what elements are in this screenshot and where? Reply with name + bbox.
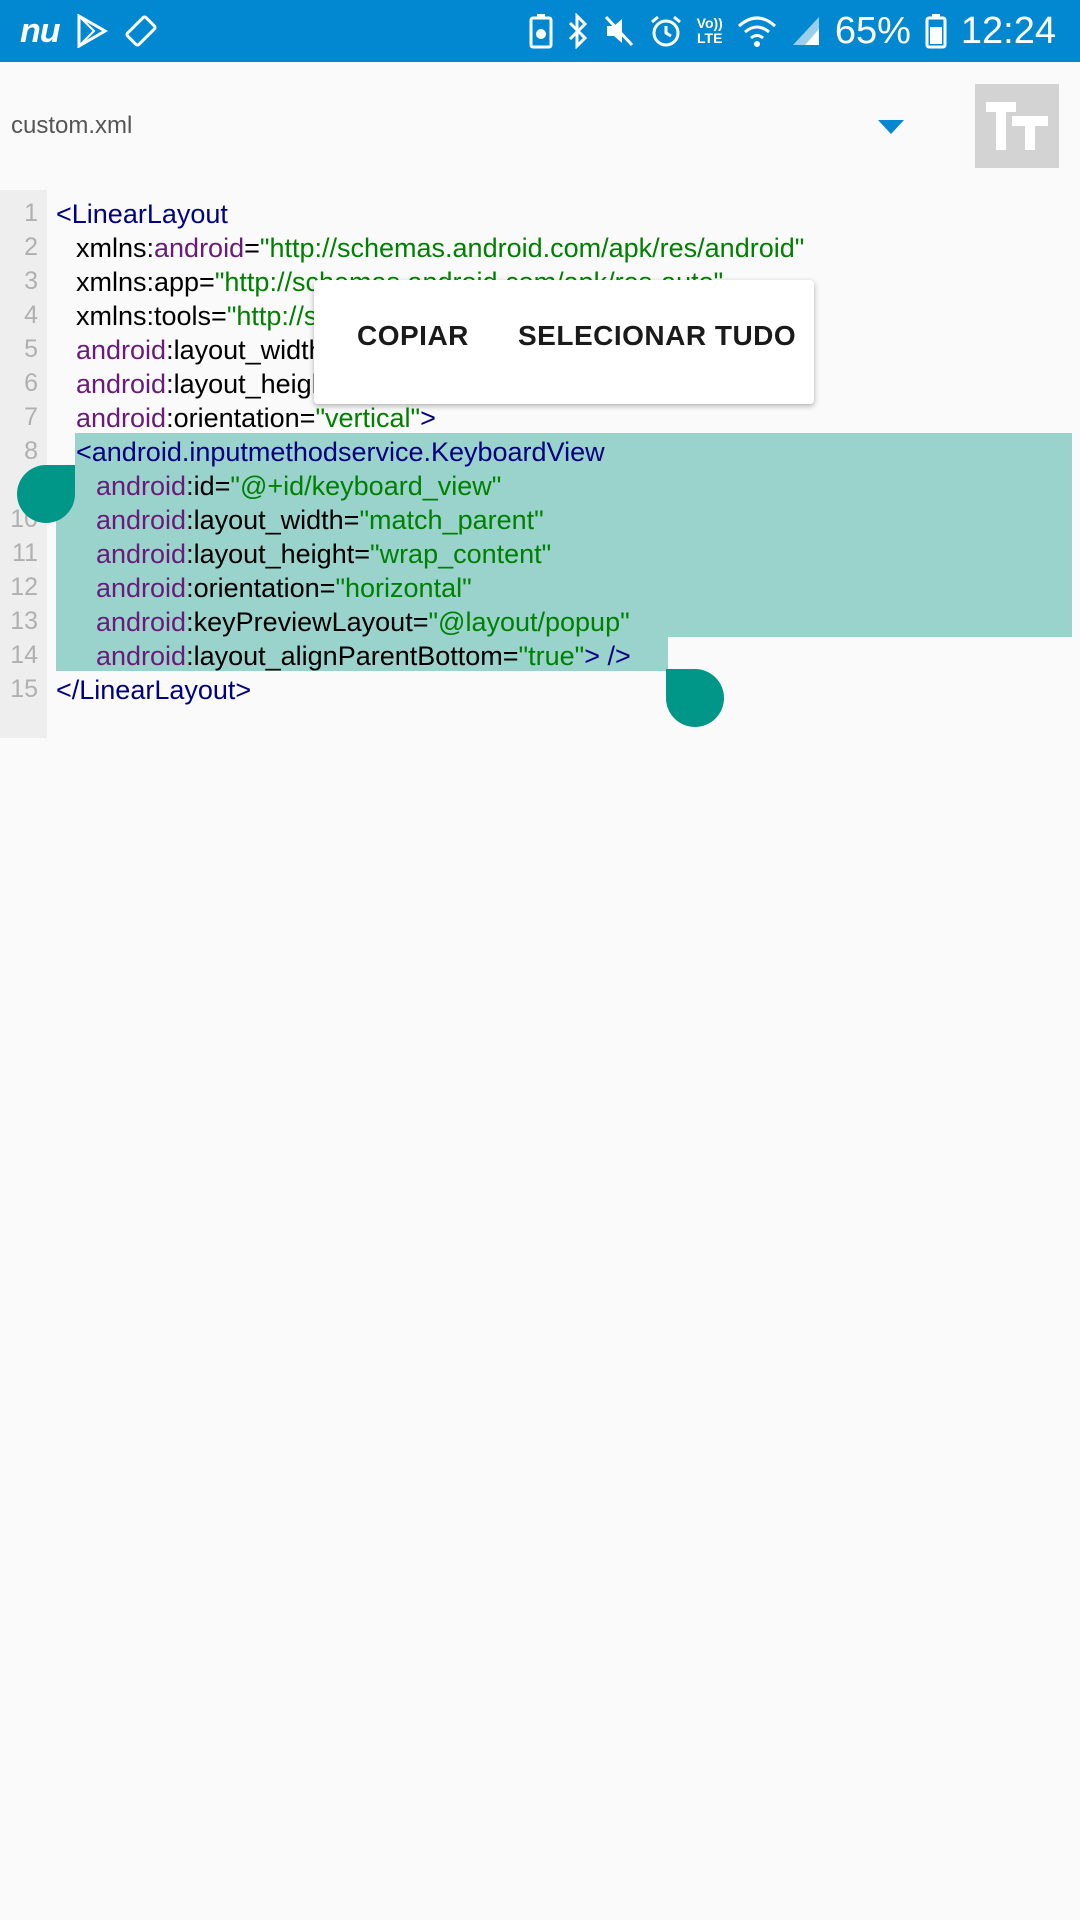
status-bar-left: nu	[20, 10, 158, 52]
line-number: 8	[24, 437, 38, 465]
code-token-ns: android	[96, 471, 187, 501]
code-line[interactable]: 10 android:layout_width="match_parent"	[0, 501, 1080, 535]
volte-bottom-label: LTE	[697, 30, 723, 46]
line-number: 5	[24, 335, 38, 363]
code-line[interactable]: 13 android:keyPreviewLayout="@layout/popu…	[0, 603, 1080, 637]
code-token-ns: android	[76, 335, 167, 365]
battery-icon	[925, 13, 947, 49]
code-token-plain: xmlns:	[76, 233, 155, 263]
code-token-str: "vertical"	[315, 403, 421, 433]
line-number: 2	[24, 233, 38, 261]
code-text: </LinearLayout>	[56, 675, 251, 706]
code-token-str: "@layout/popup"	[428, 607, 630, 637]
code-token-ns: android	[96, 573, 187, 603]
battery-percent: 65%	[834, 9, 911, 52]
code-line[interactable]: 14 android:layout_alignParentBottom="true…	[0, 637, 1080, 671]
selection-start-handle[interactable]	[17, 465, 75, 523]
line-number: 7	[24, 403, 38, 431]
code-token-tag: >	[420, 403, 436, 433]
code-text: <LinearLayout	[56, 199, 228, 230]
copy-button[interactable]: COPIAR	[357, 320, 469, 352]
volte-top-label: Vo))	[696, 15, 723, 31]
signal-icon	[791, 15, 821, 47]
code-text: android:orientation="horizontal"	[96, 573, 472, 604]
select-all-button[interactable]: SELECIONAR TUDO	[518, 320, 796, 352]
play-store-icon	[76, 14, 108, 48]
code-token-str: "match_parent"	[359, 505, 544, 535]
mute-icon	[603, 14, 635, 48]
line-number: 6	[24, 369, 38, 397]
code-token-plain: xmlns:app=	[76, 267, 215, 297]
code-text: android:layout_height="wrap_content"	[96, 539, 551, 570]
wifi-icon	[737, 14, 777, 48]
line-number: 12	[10, 573, 38, 601]
code-line[interactable]: 2 xmlns:android="http://schemas.android.c…	[0, 229, 1080, 263]
line-number: 11	[12, 539, 38, 567]
text-size-button[interactable]	[975, 84, 1059, 168]
clock: 12:24	[960, 9, 1056, 52]
selection-end-handle[interactable]	[666, 669, 724, 727]
code-token-str: "true"	[518, 641, 585, 671]
alarm-icon	[649, 14, 683, 48]
code-token-plain: :layout_alignParentBottom=	[186, 641, 519, 671]
status-bar: nu Vo)) LTE 65% 12:24	[0, 0, 1080, 62]
line-number: 4	[24, 301, 38, 329]
line-number: 1	[24, 199, 38, 227]
code-token-str: "wrap_content"	[369, 539, 552, 569]
line-number: 3	[24, 267, 38, 295]
code-token-plain: =	[244, 233, 260, 263]
code-token-ns: android	[154, 233, 245, 263]
code-token-str: "@+id/keyboard_view"	[230, 471, 502, 501]
code-token-plain: :orientation=	[186, 573, 336, 603]
code-text: android:keyPreviewLayout="@layout/popup"	[96, 607, 630, 638]
line-number: 13	[10, 607, 38, 635]
text-size-icon	[986, 102, 1048, 150]
code-token-ns: android	[96, 607, 187, 637]
code-token-ns: android	[76, 369, 167, 399]
code-token-tag: > />	[584, 641, 631, 671]
code-line[interactable]: 12 android:orientation="horizontal"	[0, 569, 1080, 603]
file-name-label: custom.xml	[11, 112, 133, 139]
bluetooth-icon	[567, 13, 589, 49]
code-token-plain: :layout_height=	[186, 539, 370, 569]
line-number: 15	[10, 675, 38, 703]
code-token-ns: android	[76, 403, 167, 433]
status-bar-right: Vo)) LTE 65% 12:24	[529, 10, 1056, 52]
code-token-plain: :id=	[186, 471, 231, 501]
code-token-ns: android	[96, 641, 187, 671]
code-token-plain: xmlns:tools=	[76, 301, 227, 331]
line-number: 14	[10, 641, 38, 669]
code-text: <android.inputmethodservice.KeyboardView	[76, 437, 605, 468]
code-text: android:layout_alignParentBottom="true">…	[96, 641, 631, 672]
code-line[interactable]: 1 <LinearLayout	[0, 195, 1080, 229]
code-text: android:layout_width="match_parent"	[96, 505, 544, 536]
volte-icon: Vo)) LTE	[697, 16, 723, 46]
code-token-plain: :orientation=	[166, 403, 316, 433]
code-token-str: "horizontal"	[335, 573, 472, 603]
nu-app-icon: nu	[20, 11, 61, 50]
dropdown-arrow-icon	[878, 120, 904, 134]
code-token-tag: <android.inputmethodservice.KeyboardView	[76, 437, 605, 467]
code-line[interactable]: 11 android:layout_height="wrap_content"	[0, 535, 1080, 569]
editor-header: custom.xml	[0, 62, 1080, 190]
code-token-str: "http://schemas.android.com/apk/res/andr…	[259, 233, 805, 263]
code-text: xmlns:android="http://schemas.android.co…	[76, 233, 804, 264]
code-token-tag: <LinearLayout	[56, 199, 228, 229]
code-token-ns: android	[96, 505, 187, 535]
code-token-plain: :layout_width=	[186, 505, 360, 535]
code-token-ns: android	[96, 539, 187, 569]
code-line[interactable]: 8 <android.inputmethodservice.KeyboardVie…	[0, 433, 1080, 467]
battery-saver-icon	[529, 13, 553, 49]
text-selection-menu: COPIAR SELECIONAR TUDO	[314, 280, 814, 404]
code-line[interactable]: 9android:id="@+id/keyboard_view"	[0, 467, 1080, 501]
code-token-tag: </LinearLayout>	[56, 675, 252, 705]
code-text: android:orientation="vertical">	[76, 403, 436, 434]
code-line[interactable]: 15 </LinearLayout>	[0, 671, 1080, 705]
rotate-icon	[124, 14, 158, 48]
code-line[interactable]: 7 android:orientation="vertical">	[0, 399, 1080, 433]
code-token-plain: :keyPreviewLayout=	[186, 607, 429, 637]
code-text: android:id="@+id/keyboard_view"	[96, 471, 501, 502]
file-selector-dropdown[interactable]: custom.xml	[0, 62, 930, 190]
